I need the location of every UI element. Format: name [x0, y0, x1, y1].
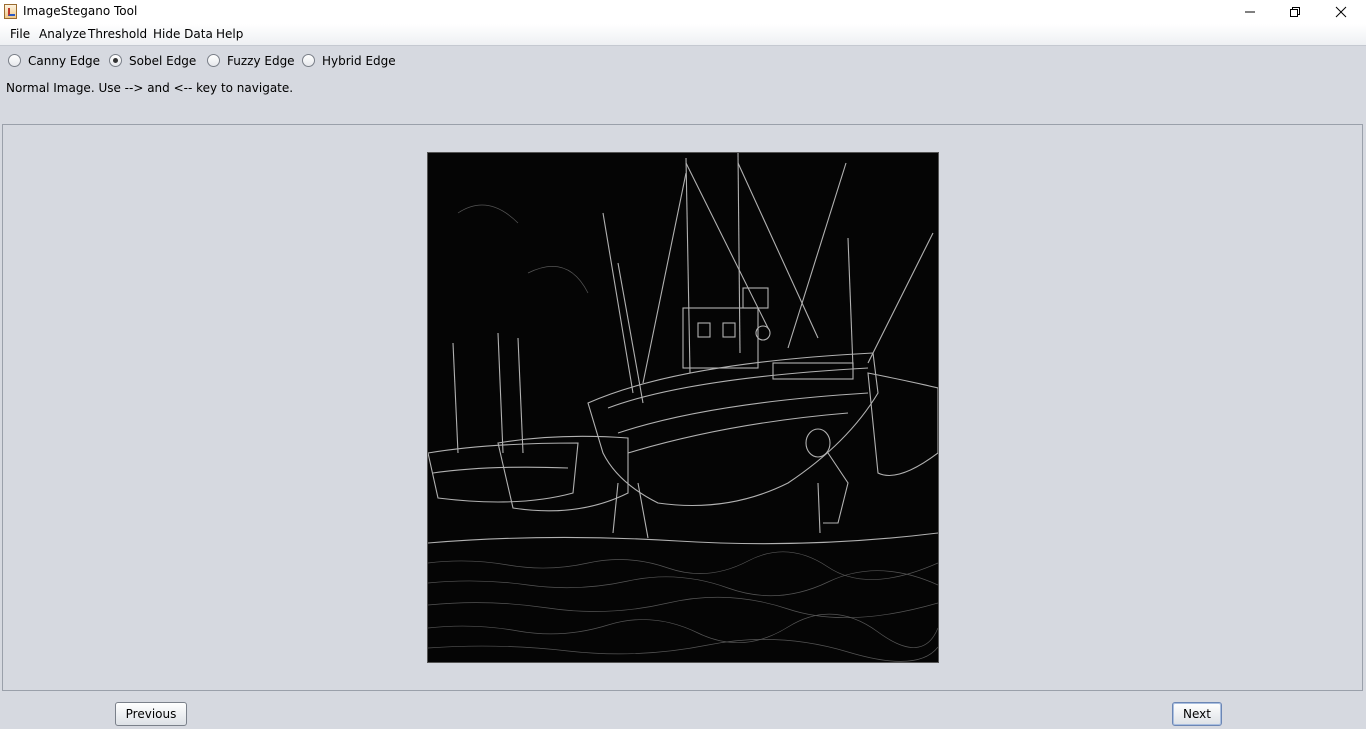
close-button[interactable]: [1318, 0, 1364, 24]
radio-label-sobel-edge[interactable]: Sobel Edge: [129, 54, 196, 68]
edge-method-group: Canny Edge Sobel Edge Fuzzy Edge Hybrid …: [0, 52, 600, 72]
restore-button[interactable]: [1272, 0, 1318, 24]
minimize-button[interactable]: [1227, 0, 1273, 24]
window-title: ImageStegano Tool: [23, 4, 138, 18]
radio-label-canny-edge[interactable]: Canny Edge: [28, 54, 100, 68]
radio-sobel-edge[interactable]: [109, 54, 122, 67]
radio-hybrid-edge[interactable]: [302, 54, 315, 67]
status-label: Normal Image. Use --> and <-- key to nav…: [6, 81, 294, 95]
sobel-edge-boats-image: [427, 152, 939, 663]
title-bar: ImageStegano Tool: [0, 0, 1366, 24]
radio-label-hybrid-edge[interactable]: Hybrid Edge: [322, 54, 396, 68]
previous-button[interactable]: Previous: [115, 702, 187, 726]
radio-canny-edge[interactable]: [8, 54, 21, 67]
next-button[interactable]: Next: [1172, 702, 1222, 726]
radio-fuzzy-edge[interactable]: [207, 54, 220, 67]
menu-help[interactable]: Help: [216, 27, 243, 41]
menu-threshold[interactable]: Threshold: [88, 27, 147, 41]
radio-label-fuzzy-edge[interactable]: Fuzzy Edge: [227, 54, 295, 68]
restore-icon: [1290, 7, 1300, 17]
edge-image-drawing: [428, 153, 938, 662]
menu-file[interactable]: File: [10, 27, 30, 41]
java-cup-icon: [4, 4, 17, 19]
minimize-icon: [1245, 11, 1255, 13]
menu-hide-data[interactable]: Hide Data: [153, 27, 213, 41]
close-icon: [1335, 6, 1347, 18]
menu-bar: File Analyze Threshold Hide Data Help: [0, 24, 1366, 46]
menu-analyze[interactable]: Analyze: [39, 27, 86, 41]
